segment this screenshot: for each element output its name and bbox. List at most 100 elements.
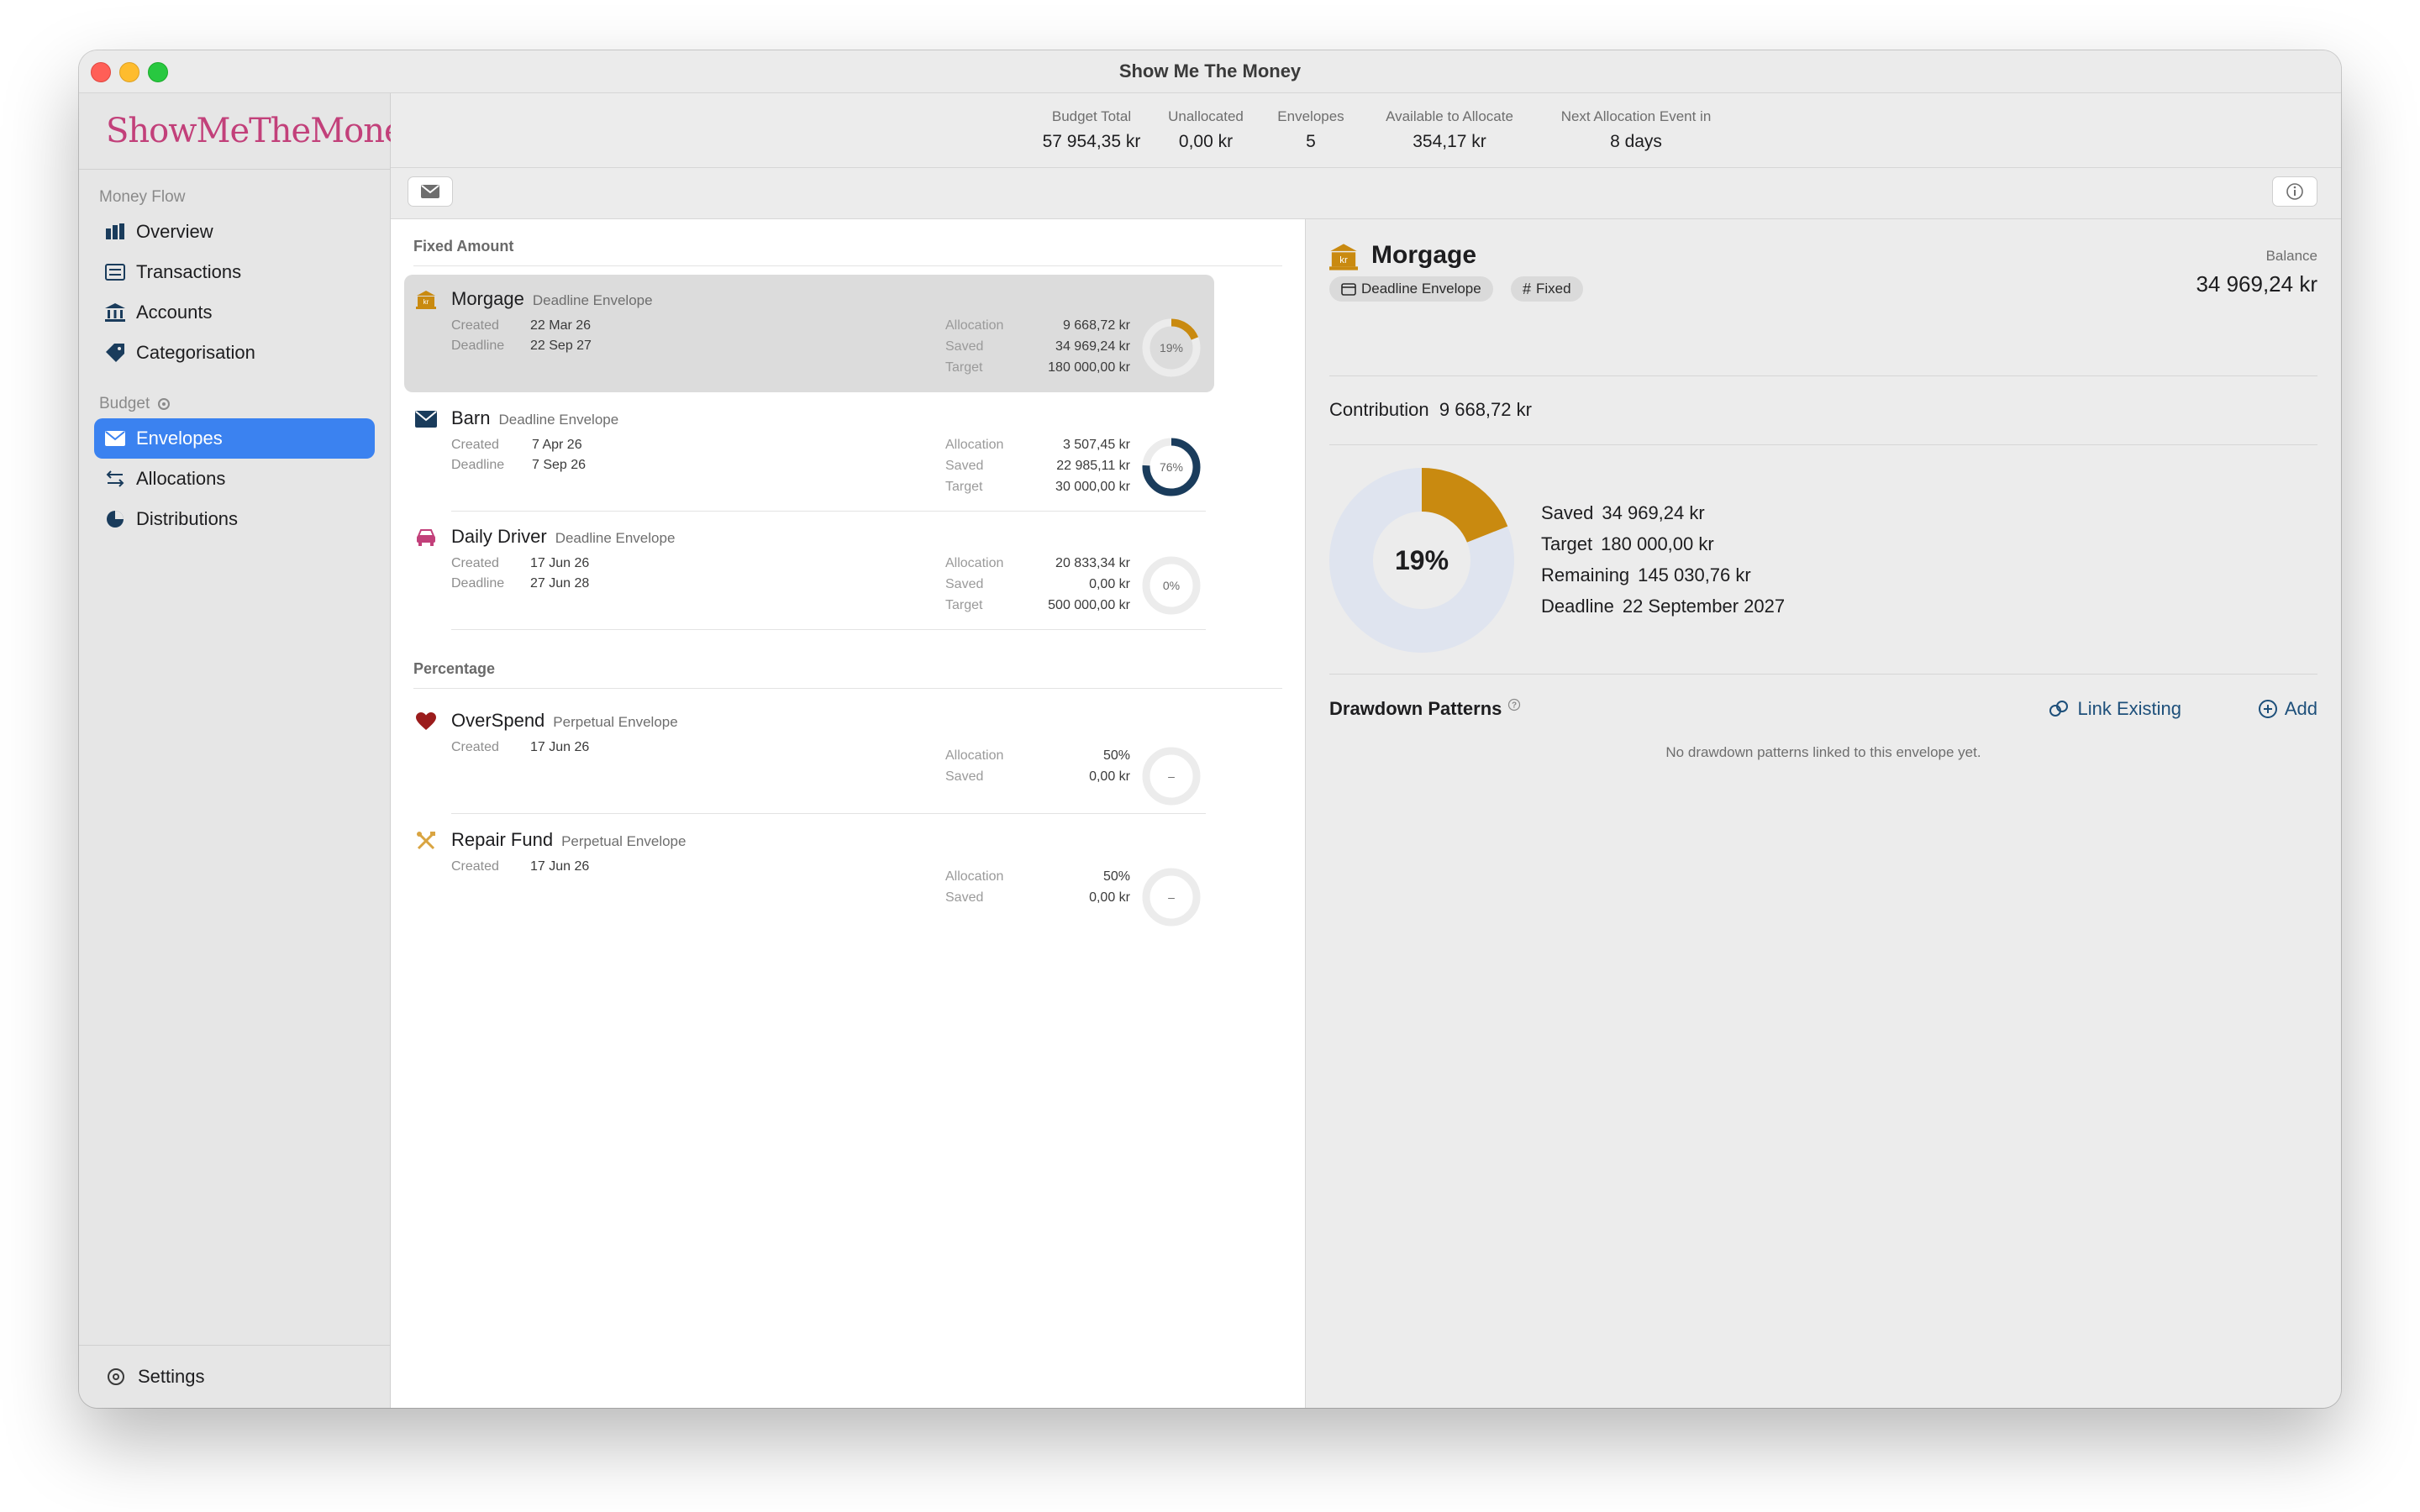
envelope-row-daily-driver[interactable]: Daily Driver Deadline Envelope Created 17 … xyxy=(404,512,1214,630)
add-drawdown-button[interactable]: Add xyxy=(2258,698,2317,720)
tag-icon xyxy=(104,342,126,364)
envelope-list: Fixed Amount kr Morgage Deadline Envelope… xyxy=(391,219,1306,1408)
sidebar-item-distributions[interactable]: Distributions xyxy=(94,499,375,539)
deadline-stat: Deadline 22 September 2027 xyxy=(1541,596,1785,617)
budget-summary-header: Budget Total 57 954,35 kr Unallocated 0,… xyxy=(391,93,2341,168)
bar-chart-icon xyxy=(104,221,126,243)
envelope-type: Deadline Envelope xyxy=(532,292,653,308)
envelope-detail: kr Morgage Deadline Envelope # Fixed Bal… xyxy=(1306,219,2341,1408)
saved-value: 34 969,24 kr xyxy=(1602,502,1705,523)
remaining-label: Remaining xyxy=(1541,564,1630,585)
minimize-window-button[interactable] xyxy=(119,62,139,82)
app-window: Show Me The Money ShowMeTheMoney Money F… xyxy=(79,50,2341,1408)
created-label: Created xyxy=(451,438,499,452)
sidebar-item-label: Transactions xyxy=(136,261,242,282)
toolbar xyxy=(391,168,2341,219)
list-icon xyxy=(104,261,126,283)
svg-text:kr: kr xyxy=(1339,255,1348,265)
heart-icon xyxy=(414,710,438,733)
saved-label: Saved xyxy=(945,890,984,905)
envelope-name: OverSpend Perpetual Envelope xyxy=(451,710,678,732)
stat-budget-total: Budget Total 57 954,35 kr xyxy=(1041,108,1142,152)
envelope-title: OverSpend xyxy=(451,710,545,731)
logo: ShowMeTheMoney xyxy=(79,93,422,170)
envelope-figures: Allocation 9 668,72 kr Saved 34 969,24 kr … xyxy=(945,318,1130,381)
hash-icon: # xyxy=(1523,280,1532,297)
envelope-figures: Allocation 50% Saved 0,00 kr xyxy=(945,748,1130,790)
envelope-name: Repair Fund Perpetual Envelope xyxy=(451,829,686,851)
envelope-row-barn[interactable]: Barn Deadline Envelope Created 7 Apr 26 De… xyxy=(404,394,1214,512)
stat-envelopes: Envelopes 5 xyxy=(1269,108,1353,152)
info-button[interactable] xyxy=(2272,176,2317,207)
envelope-type: Deadline Envelope xyxy=(555,530,676,546)
allocation-label: Allocation xyxy=(945,748,1004,763)
sidebar-section-budget: Budget xyxy=(79,395,390,413)
svg-text:kr: kr xyxy=(424,298,429,306)
progress-donut: 19% xyxy=(1329,468,1514,653)
created-label: Created xyxy=(451,859,499,874)
deadline-value: 7 Sep 26 xyxy=(532,458,587,472)
envelope-row-repair-fund[interactable]: Repair Fund Perpetual Envelope Created 17 … xyxy=(404,816,1214,933)
divider xyxy=(1329,375,2317,376)
allocation-value: 9 668,72 kr xyxy=(1062,318,1130,333)
divider xyxy=(451,511,1206,512)
sidebar-item-label: Overview xyxy=(136,221,213,242)
sidebar-item-categorisation[interactable]: Categorisation xyxy=(94,333,375,373)
fixed-chip: # Fixed xyxy=(1511,276,1583,302)
progress-ring: 0% xyxy=(1142,556,1201,615)
contribution-value: 9 668,72 kr xyxy=(1439,399,1532,420)
envelope-row-overspend[interactable]: OverSpend Perpetual Envelope Created 17 Ju… xyxy=(404,696,1214,814)
saved-label: Saved xyxy=(1541,502,1594,523)
close-window-button[interactable] xyxy=(91,62,111,82)
target-value: 180 000,00 kr xyxy=(1601,533,1714,554)
envelope-row-morgage[interactable]: kr Morgage Deadline Envelope Created 22 Ma… xyxy=(404,275,1214,392)
balance-label: Balance xyxy=(2265,248,2317,264)
deadline-value: 22 Sep 27 xyxy=(530,339,592,353)
stat-available: Available to Allocate 354,17 kr xyxy=(1365,108,1534,152)
deadline-row: Deadline 27 Jun 28 xyxy=(451,576,589,591)
allocation-value: 50% xyxy=(1102,748,1130,763)
sidebar-item-transactions[interactable]: Transactions xyxy=(94,252,375,292)
created-label: Created xyxy=(451,318,499,333)
sidebar-item-envelopes[interactable]: Envelopes xyxy=(94,418,375,459)
envelope-figures: Allocation 20 833,34 kr Saved 0,00 kr Targ… xyxy=(945,556,1130,619)
zoom-window-button[interactable] xyxy=(148,62,168,82)
divider xyxy=(1329,444,2317,445)
divider xyxy=(451,629,1206,630)
stat-label: Next Allocation Event in xyxy=(1560,108,1712,124)
created-row: Created 7 Apr 26 xyxy=(451,438,582,453)
created-value: 17 Jun 26 xyxy=(530,859,590,874)
created-row: Created 17 Jun 26 xyxy=(451,556,589,571)
target-stat: Target 180 000,00 kr xyxy=(1541,533,1714,555)
saved-stat: Saved 34 969,24 kr xyxy=(1541,502,1705,524)
created-value: 17 Jun 26 xyxy=(530,740,590,754)
divider xyxy=(413,265,1282,266)
sidebar-item-label: Distributions xyxy=(136,508,239,529)
settings-label: Settings xyxy=(138,1366,205,1387)
sidebar-item-label: Allocations xyxy=(136,468,226,489)
sidebar-item-label: Accounts xyxy=(136,302,213,323)
pie-icon xyxy=(104,508,126,530)
new-envelope-button[interactable] xyxy=(408,176,453,207)
deadline-row: Deadline 22 Sep 27 xyxy=(451,339,592,354)
gear-icon[interactable] xyxy=(156,396,171,412)
ring-label: – xyxy=(1168,890,1175,904)
stat-label: Available to Allocate xyxy=(1386,108,1513,124)
sidebar-item-accounts[interactable]: Accounts xyxy=(94,292,375,333)
saved-value: 22 985,11 kr xyxy=(1056,459,1130,473)
progress-ring: – xyxy=(1142,747,1201,806)
envelope-icon xyxy=(421,185,439,198)
sidebar-item-allocations[interactable]: Allocations xyxy=(94,459,375,499)
target-value: 30 000,00 kr xyxy=(1055,480,1130,494)
allocation-value: 3 507,45 kr xyxy=(1062,438,1130,452)
envelope-icon xyxy=(414,407,438,431)
remaining-value: 145 030,76 kr xyxy=(1638,564,1751,585)
saved-label: Saved xyxy=(945,577,984,591)
sidebar-item-overview[interactable]: Overview xyxy=(94,212,375,252)
drawdown-patterns-header: Drawdown Patterns ? xyxy=(1329,698,1521,720)
settings-button[interactable]: Settings xyxy=(79,1345,390,1408)
help-icon[interactable]: ? xyxy=(1507,698,1521,711)
stat-value: 0,00 kr xyxy=(1178,132,1234,151)
link-existing-button[interactable]: Link Existing xyxy=(2049,698,2181,720)
allocation-label: Allocation xyxy=(945,869,1004,884)
